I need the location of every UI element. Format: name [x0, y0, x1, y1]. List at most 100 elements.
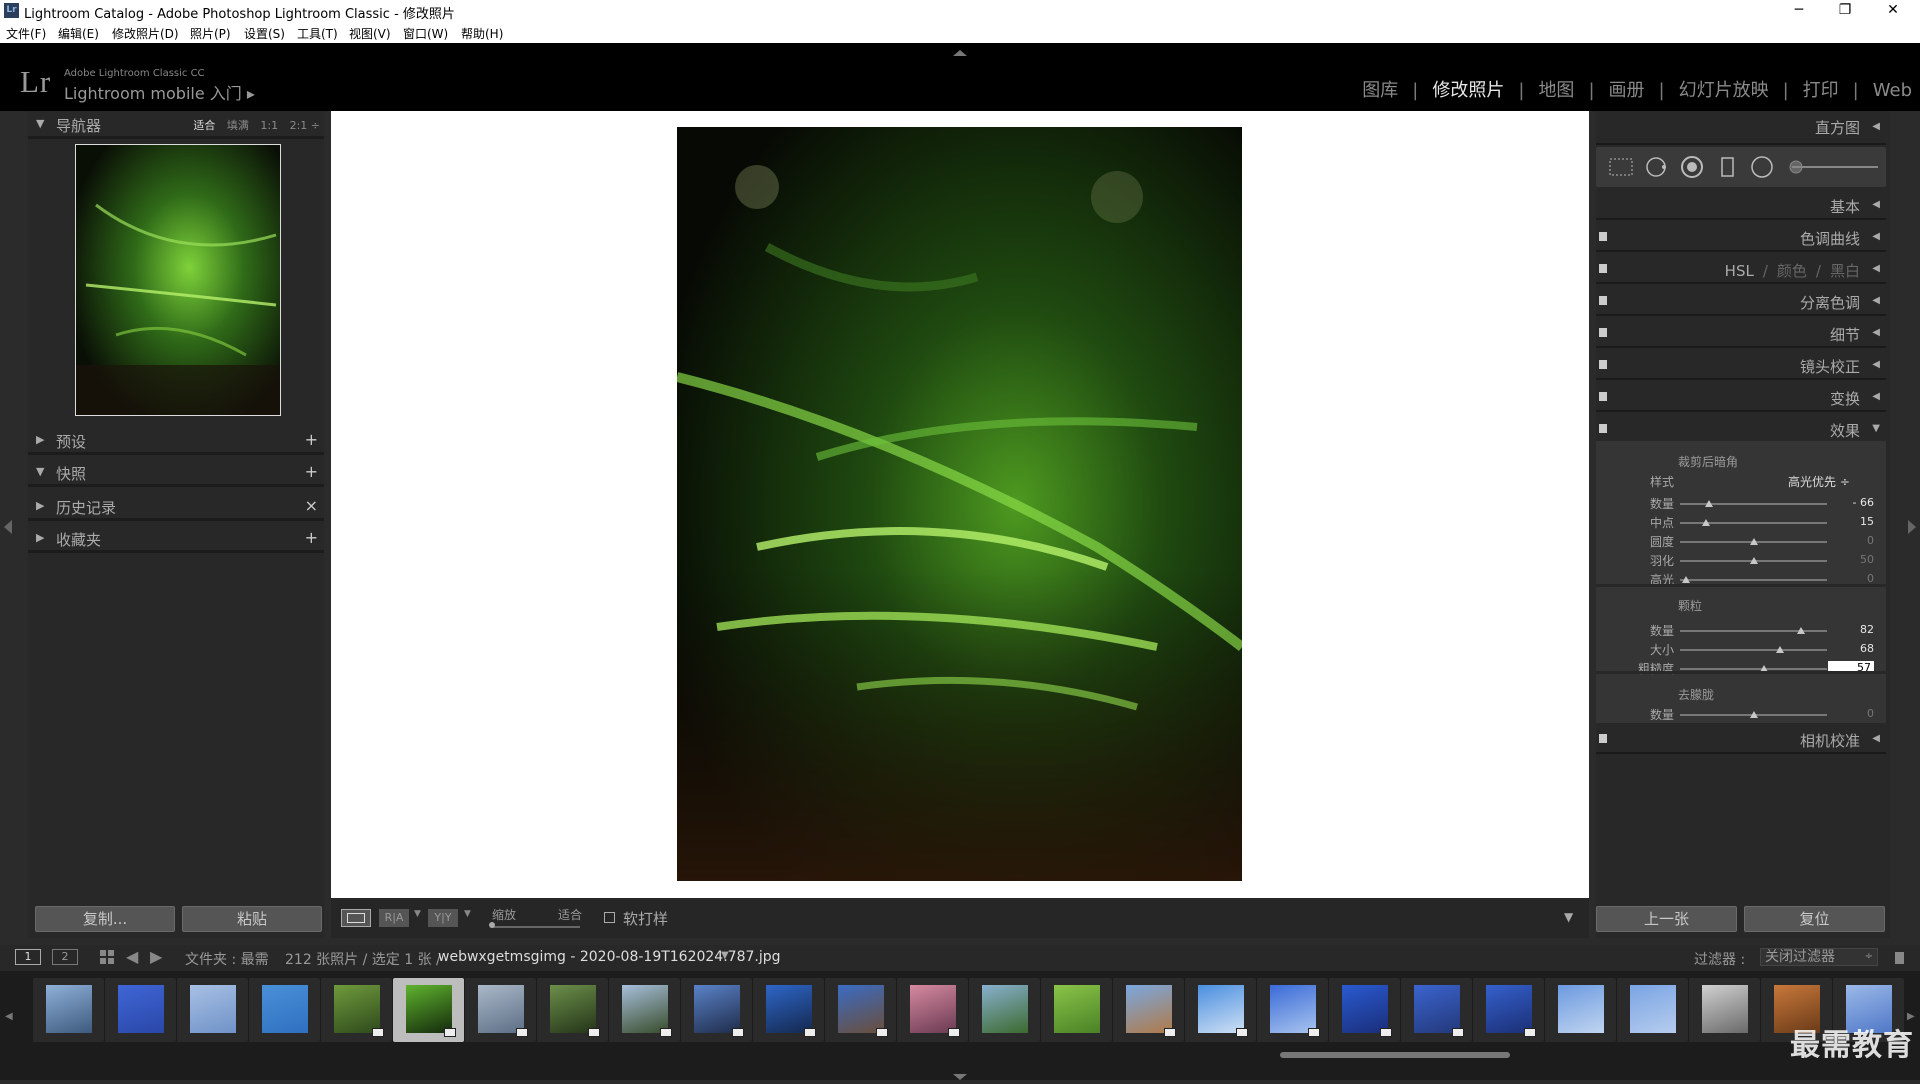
zoom-1-1[interactable]: 1:1: [260, 119, 278, 132]
filmstrip-thumbnail[interactable]: [1617, 978, 1688, 1042]
filmstrip-thumbnail[interactable]: [1329, 978, 1400, 1042]
filmstrip-thumbnail[interactable]: [609, 978, 680, 1042]
slider-knob[interactable]: [1705, 500, 1714, 507]
panel-switch-icon[interactable]: [1599, 296, 1607, 305]
camera-calibration-header[interactable]: 相机校准 ◀: [1596, 725, 1886, 754]
top-panel-toggle[interactable]: [953, 45, 967, 56]
panel-switch-icon[interactable]: [1599, 734, 1607, 743]
filmstrip-thumbnail[interactable]: [969, 978, 1040, 1042]
before-after-tb-button[interactable]: Y|Y: [428, 909, 458, 927]
bottom-panel-toggle[interactable]: [953, 1069, 967, 1080]
filmstrip-thumbnail[interactable]: [1545, 978, 1616, 1042]
filmstrip-thumbnail[interactable]: [1689, 978, 1760, 1042]
lens-corrections-header[interactable]: 镜头校正 ◀: [1596, 351, 1886, 380]
filename-dropdown-icon[interactable]: ▼: [721, 950, 729, 961]
filmstrip-thumbnail[interactable]: [753, 978, 824, 1042]
menu-edit[interactable]: 编辑(E): [58, 25, 99, 42]
folder-source[interactable]: 文件夹 : 最需: [185, 949, 269, 969]
restore-button[interactable]: ❐: [1822, 0, 1868, 22]
snapshots-header[interactable]: ▼ 快照 +: [28, 459, 324, 487]
vignette-style-select[interactable]: 高光优先 ÷: [1788, 473, 1850, 490]
filmstrip-thumbnail[interactable]: [825, 978, 896, 1042]
slider-value[interactable]: 82: [1832, 623, 1874, 636]
paste-settings-button[interactable]: 粘贴: [182, 906, 322, 932]
slider-value[interactable]: 68: [1832, 642, 1874, 655]
scroll-left-icon[interactable]: ◀: [5, 1011, 13, 1022]
panel-switch-icon[interactable]: [1599, 392, 1607, 401]
menu-photo[interactable]: 照片(P): [190, 25, 231, 42]
slider-value[interactable]: - 66: [1832, 496, 1874, 509]
module-print[interactable]: 打印: [1803, 76, 1839, 102]
close-button[interactable]: ✕: [1870, 0, 1916, 22]
lightroom-mobile-link[interactable]: Lightroom mobile 入门 ▸: [64, 80, 255, 104]
filmstrip-thumbnail[interactable]: [897, 978, 968, 1042]
menu-tools[interactable]: 工具(T): [297, 25, 338, 42]
clear-history-icon[interactable]: ×: [305, 496, 318, 515]
slider-knob[interactable]: [1775, 646, 1784, 653]
before-after-lr-button[interactable]: R|A: [379, 909, 409, 927]
menu-develop[interactable]: 修改照片(D): [112, 25, 179, 42]
slider-track[interactable]: [1680, 649, 1827, 651]
basic-header[interactable]: 基本 ◀: [1596, 191, 1886, 220]
previous-button[interactable]: 上一张: [1596, 906, 1737, 932]
collections-header[interactable]: ▶ 收藏夹 +: [28, 525, 324, 553]
minimize-button[interactable]: ─: [1776, 0, 1822, 22]
dropdown-arrow-icon[interactable]: ▼: [464, 909, 471, 919]
slider-track[interactable]: [1680, 503, 1827, 505]
soft-proof-checkbox[interactable]: [604, 912, 615, 923]
filmstrip-thumbnail[interactable]: [465, 978, 536, 1042]
module-book[interactable]: 画册: [1609, 76, 1645, 102]
filename[interactable]: webwxgetmsgimg - 2020-08-19T162024.787.j…: [438, 949, 781, 965]
detail-header[interactable]: 细节 ◀: [1596, 319, 1886, 348]
slider-track[interactable]: [1680, 668, 1827, 670]
menu-window[interactable]: 窗口(W): [403, 25, 448, 42]
transform-header[interactable]: 变换 ◀: [1596, 383, 1886, 412]
panel-switch-icon[interactable]: [1599, 264, 1607, 273]
panel-switch-icon[interactable]: [1599, 360, 1607, 369]
filmstrip-thumbnail[interactable]: [1185, 978, 1256, 1042]
left-panel-toggle[interactable]: [4, 520, 12, 538]
tone-curve-header[interactable]: 色调曲线 ◀: [1596, 223, 1886, 252]
slider-knob[interactable]: [1749, 711, 1758, 718]
hsl-header[interactable]: HSL / 颜色 / 黑白 ◀: [1596, 255, 1886, 284]
filmstrip-thumbnail[interactable]: [393, 978, 464, 1042]
dropdown-arrow-icon[interactable]: ▼: [414, 909, 421, 919]
module-map[interactable]: 地图: [1538, 76, 1574, 102]
slider-knob[interactable]: [1681, 576, 1690, 583]
main-photo[interactable]: [677, 127, 1242, 881]
panel-switch-icon[interactable]: [1599, 232, 1607, 241]
forward-arrow-icon[interactable]: ▶: [150, 947, 162, 966]
back-arrow-icon[interactable]: ◀: [126, 947, 138, 966]
slider-track[interactable]: [1680, 630, 1827, 632]
slider-knob[interactable]: [1796, 627, 1805, 634]
zoom-fit[interactable]: 适合: [193, 119, 215, 132]
presets-header[interactable]: ▶ 预设 +: [28, 427, 324, 455]
filmstrip-thumbnail[interactable]: [1113, 978, 1184, 1042]
filmstrip-thumbnail[interactable]: [1473, 978, 1544, 1042]
primary-display-button[interactable]: 1: [15, 949, 41, 965]
filmstrip-thumbnail[interactable]: [177, 978, 248, 1042]
filmstrip-thumbnail[interactable]: [1257, 978, 1328, 1042]
filter-select[interactable]: 关闭过滤器 ÷: [1760, 948, 1878, 966]
menu-view[interactable]: 视图(V): [349, 25, 391, 42]
histogram-header[interactable]: 直方图 ◀: [1596, 111, 1886, 145]
filmstrip-thumbnail[interactable]: [33, 978, 104, 1042]
menu-file[interactable]: 文件(F): [6, 25, 46, 42]
slider-knob[interactable]: [1749, 557, 1758, 564]
navigator-preview[interactable]: [75, 144, 281, 416]
filter-lock-icon[interactable]: [1895, 952, 1904, 964]
module-slideshow[interactable]: 幻灯片放映: [1679, 76, 1769, 102]
filmstrip-scrollbar[interactable]: [1280, 1052, 1510, 1058]
slider-track[interactable]: [1680, 579, 1827, 581]
zoom-2-1[interactable]: 2:1 ÷: [290, 119, 320, 132]
bw-tab[interactable]: 黑白: [1830, 262, 1860, 280]
slider-knob[interactable]: [1749, 538, 1758, 545]
navigator-header[interactable]: ▼ 导航器 适合 填满 1:1 2:1 ÷: [28, 111, 324, 139]
module-web[interactable]: Web: [1873, 80, 1912, 101]
secondary-display-button[interactable]: 2: [52, 949, 78, 965]
split-toning-header[interactable]: 分离色调 ◀: [1596, 287, 1886, 316]
menu-help[interactable]: 帮助(H): [461, 25, 503, 42]
slider-value[interactable]: 0: [1832, 534, 1874, 547]
grid-view-icon[interactable]: [100, 950, 114, 968]
copy-settings-button[interactable]: 复制...: [35, 906, 175, 932]
